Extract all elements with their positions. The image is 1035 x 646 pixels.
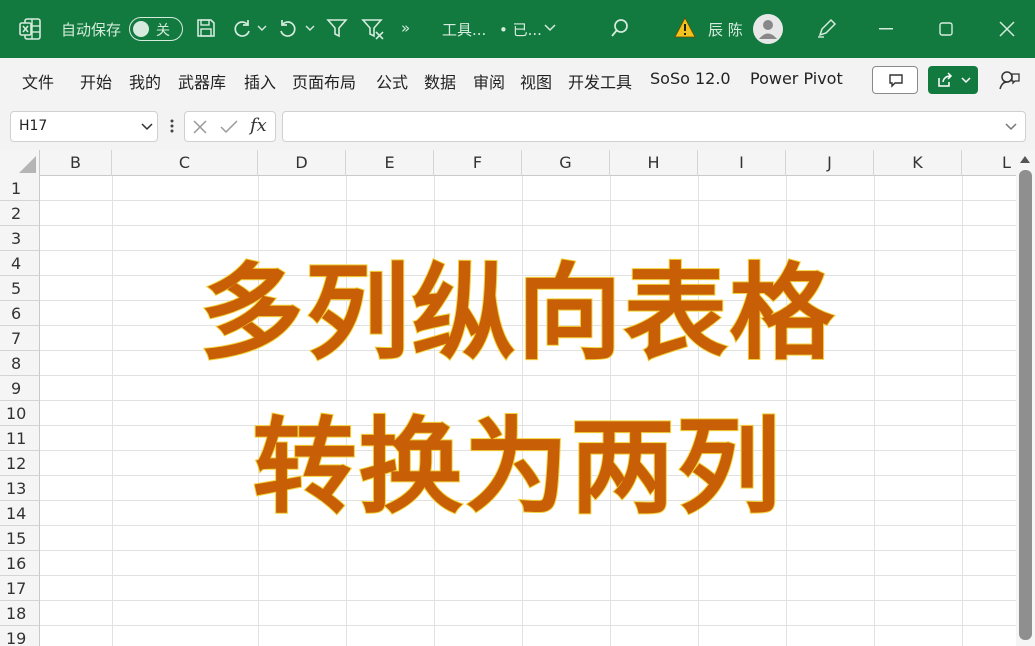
- tab-insert[interactable]: 插入: [244, 69, 276, 93]
- row-header-2[interactable]: 2: [0, 201, 40, 226]
- tab-power-pivot[interactable]: Power Pivot: [750, 69, 843, 88]
- save-icon[interactable]: [195, 17, 217, 39]
- column-header-b[interactable]: B: [40, 150, 112, 176]
- clear-filter-icon[interactable]: [361, 17, 385, 41]
- autosave-state: 关: [156, 23, 170, 39]
- expand-formula-bar-icon[interactable]: [1005, 123, 1017, 131]
- column-header-k[interactable]: K: [874, 150, 962, 176]
- title-bar: 自动保存 关 » 工具... • 已... 辰 陈: [0, 0, 1035, 58]
- maximize-icon[interactable]: [939, 22, 953, 36]
- autosave-toggle[interactable]: 关: [129, 17, 183, 41]
- overlay-title-line2: 转换为两列: [251, 405, 783, 529]
- column-header-h[interactable]: H: [610, 150, 698, 176]
- tab-mine[interactable]: 我的: [129, 69, 161, 93]
- formula-actions: fx: [184, 111, 276, 142]
- column-header-e[interactable]: E: [346, 150, 434, 176]
- ribbon-tabs: 文件 开始 我的 武器库 插入 页面布局 公式 数据 审阅 视图 开发工具 So…: [0, 58, 1035, 102]
- tab-formulas[interactable]: 公式: [376, 69, 408, 93]
- share-dropdown-icon: [961, 77, 971, 84]
- name-box[interactable]: H17: [10, 111, 158, 142]
- row-header-16[interactable]: 16: [0, 551, 40, 576]
- name-box-value: H17: [19, 118, 48, 134]
- column-header-j[interactable]: J: [786, 150, 874, 176]
- name-box-dropdown-icon[interactable]: [141, 123, 153, 131]
- formula-bar: H17 fx: [0, 102, 1035, 150]
- column-headers: B C D E F G H I J K L: [0, 150, 1035, 176]
- row-header-1[interactable]: 1: [0, 176, 40, 201]
- tab-arsenal[interactable]: 武器库: [178, 69, 226, 93]
- filter-icon[interactable]: [326, 17, 348, 39]
- share-icon: [938, 72, 953, 87]
- user-name[interactable]: 辰 陈: [708, 19, 743, 40]
- warning-icon[interactable]: [674, 17, 696, 38]
- file-menu-chevron-icon[interactable]: [544, 24, 556, 32]
- tab-data[interactable]: 数据: [424, 69, 456, 93]
- comments-button[interactable]: [872, 66, 918, 94]
- row-header-18[interactable]: 18: [0, 601, 40, 626]
- gridline: [40, 550, 1020, 551]
- column-header-c[interactable]: C: [112, 150, 258, 176]
- more-commands-chevron[interactable]: »: [401, 19, 410, 37]
- tab-page-layout[interactable]: 页面布局: [292, 69, 356, 93]
- undo-icon[interactable]: [277, 17, 299, 39]
- row-header-17[interactable]: 17: [0, 576, 40, 601]
- minimize-icon[interactable]: [879, 28, 893, 30]
- gridline: [40, 600, 1020, 601]
- copilot-icon[interactable]: [997, 68, 1021, 92]
- tab-soso[interactable]: SoSo 12.0: [650, 69, 731, 88]
- overlay-title-line1: 多列纵向表格: [198, 251, 836, 375]
- column-header-g[interactable]: G: [522, 150, 610, 176]
- excel-logo-icon: [19, 18, 41, 40]
- enter-icon[interactable]: [220, 120, 238, 134]
- user-icon: [759, 20, 777, 39]
- tab-developer[interactable]: 开发工具: [568, 69, 632, 93]
- more-options-icon[interactable]: [169, 118, 175, 134]
- column-header-f[interactable]: F: [434, 150, 522, 176]
- gridline: [40, 200, 1020, 201]
- search-icon[interactable]: [609, 17, 631, 39]
- cancel-icon[interactable]: [193, 120, 207, 134]
- select-all-corner[interactable]: [0, 150, 40, 176]
- formula-input[interactable]: [282, 111, 1026, 142]
- gridline: [40, 575, 1020, 576]
- close-icon[interactable]: [999, 21, 1015, 37]
- row-header-19[interactable]: 19: [0, 626, 40, 646]
- toggle-knob: [133, 21, 149, 37]
- file-name[interactable]: 工具...: [442, 19, 486, 40]
- redo-icon[interactable]: [231, 17, 253, 39]
- comment-icon: [889, 74, 903, 88]
- save-status[interactable]: • 已...: [499, 19, 542, 40]
- gridline: [40, 225, 1020, 226]
- avatar[interactable]: [753, 14, 783, 44]
- scroll-up-arrow-icon[interactable]: [1020, 156, 1030, 163]
- pen-icon[interactable]: [816, 17, 838, 39]
- excel-window: 自动保存 关 » 工具... • 已... 辰 陈 文件 开始 我的 武器库 插…: [0, 0, 1035, 646]
- autosave-label: 自动保存: [61, 21, 122, 39]
- column-header-d[interactable]: D: [258, 150, 346, 176]
- undo-dropdown-icon[interactable]: [305, 24, 315, 32]
- column-header-i[interactable]: I: [698, 150, 786, 176]
- insert-function-button[interactable]: fx: [250, 115, 267, 136]
- tab-home[interactable]: 开始: [80, 69, 112, 93]
- tab-file[interactable]: 文件: [22, 69, 54, 93]
- tab-view[interactable]: 视图: [520, 69, 552, 93]
- redo-dropdown-icon[interactable]: [257, 24, 267, 32]
- gridline: [40, 625, 1020, 626]
- tab-review[interactable]: 审阅: [473, 69, 505, 93]
- share-button[interactable]: [928, 66, 978, 94]
